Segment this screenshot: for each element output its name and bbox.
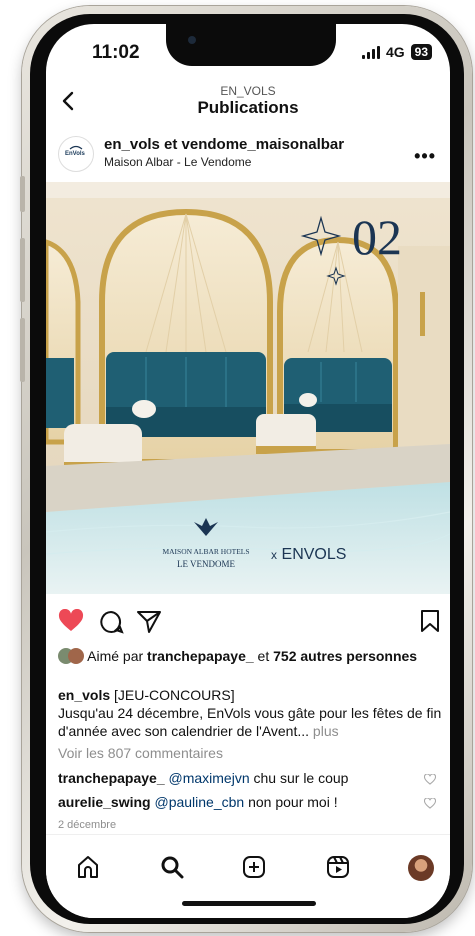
post-username[interactable]: en_vols et vendome_maisonalbar — [104, 136, 344, 153]
post-image[interactable]: 02 MAISON ALBAR HOTELS LE VENDOME x ENVO… — [46, 182, 450, 594]
brand-cross: x — [271, 548, 277, 562]
comment-row: aurelie_swing @pauline_cbn non pour moi … — [58, 794, 438, 810]
comment-icon[interactable] — [98, 609, 124, 635]
camera-icon — [188, 36, 196, 44]
brand-line2: LE VENDOME — [177, 559, 236, 569]
post-actions — [46, 609, 450, 637]
post-number: 02 — [352, 209, 402, 265]
signal-icon — [361, 45, 380, 59]
search-icon[interactable] — [160, 855, 184, 879]
partner-logo: ENVOLS — [282, 546, 347, 563]
brand-line1: MAISON ALBAR HOTELS — [162, 547, 249, 556]
account-name: EN_VOLS — [220, 84, 276, 98]
post-caption: en_vols [JEU-CONCOURS] Jusqu'au 24 décem… — [58, 686, 446, 740]
share-icon[interactable] — [136, 609, 162, 635]
notch — [166, 24, 336, 66]
page-title: Publications — [197, 98, 299, 117]
battery-icon: 93 — [410, 44, 432, 60]
likes-summary[interactable]: Aimé par tranchepapaye_ et 752 autres pe… — [58, 647, 443, 665]
comment-row: tranchepapaye_ @maximejvn chu sur le cou… — [58, 770, 438, 786]
view-comments-link[interactable]: Voir les 807 commentaires — [58, 745, 223, 761]
comment-mention[interactable]: @maximejvn — [169, 770, 250, 786]
comment-user[interactable]: aurelie_swing — [58, 794, 151, 810]
comment-mention[interactable]: @pauline_cbn — [154, 794, 244, 810]
status-time: 11:02 — [92, 42, 140, 63]
comment-heart-icon[interactable] — [424, 774, 436, 785]
create-icon[interactable] — [242, 855, 266, 879]
volume-down-button — [20, 318, 25, 382]
liked-and: et — [257, 648, 270, 664]
liked-prefix: Aimé par — [87, 648, 144, 664]
avatar-text: EnVols — [65, 151, 85, 157]
caption-headline: [JEU-CONCOURS] — [114, 687, 235, 703]
liker-avatar — [68, 648, 84, 664]
reels-icon[interactable] — [326, 855, 350, 879]
heart-icon[interactable] — [58, 609, 84, 633]
home-indicator — [182, 901, 316, 906]
network-type: 4G — [385, 44, 405, 60]
caption-more-link[interactable]: plus — [313, 723, 339, 739]
liked-by-user[interactable]: tranchepapaye_ — [147, 648, 254, 664]
status-indicators: 4G 93 — [361, 44, 432, 60]
caption-text: Jusqu'au 24 décembre, EnVols vous gâte p… — [58, 705, 442, 739]
post-location[interactable]: Maison Albar - Le Vendome — [104, 155, 251, 169]
home-icon[interactable] — [76, 855, 100, 879]
volume-up-button — [20, 238, 25, 302]
liked-count[interactable]: 752 autres personnes — [273, 648, 417, 664]
more-options-icon[interactable]: ••• — [414, 146, 436, 167]
caption-user[interactable]: en_vols — [58, 687, 110, 703]
bookmark-icon[interactable] — [420, 609, 440, 633]
post-date: 2 décembre — [58, 819, 117, 831]
spa-illustration: 02 MAISON ALBAR HOTELS LE VENDOME x ENVO… — [46, 182, 450, 594]
mute-switch — [20, 176, 25, 212]
screen: 11:02 4G 93 EN_VOLS Publications EnVols … — [46, 24, 450, 918]
bottom-nav — [46, 834, 450, 918]
comment-text: non pour moi ! — [248, 794, 338, 810]
profile-avatar[interactable] — [408, 855, 434, 881]
comment-heart-icon[interactable] — [424, 798, 436, 809]
comment-user[interactable]: tranchepapaye_ — [58, 770, 165, 786]
comment-text: chu sur le coup — [253, 770, 349, 786]
post-avatar[interactable]: EnVols — [58, 136, 94, 172]
